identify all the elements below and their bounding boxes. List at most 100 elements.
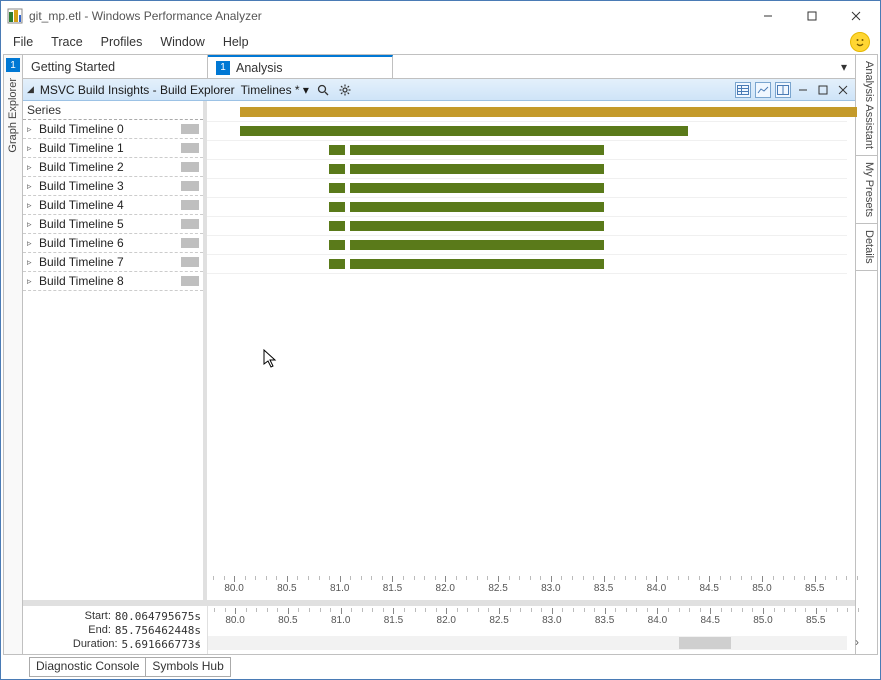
minimize-button[interactable]	[746, 2, 790, 30]
series-item[interactable]: ▹Build Timeline 4	[23, 196, 203, 215]
series-swatch	[181, 200, 199, 210]
close-panel-icon[interactable]	[835, 82, 851, 98]
chart-track	[207, 160, 847, 179]
chart-track	[207, 103, 847, 122]
view-chart-icon[interactable]	[755, 82, 771, 98]
left-rail[interactable]: 1 Graph Explorer	[3, 54, 23, 655]
summary-labels: Start:80.064795675s End:85.756462448s Du…	[23, 606, 207, 654]
panel-view-dropdown[interactable]: Timelines * ▾	[241, 83, 309, 97]
series-label: Build Timeline 6	[39, 236, 124, 250]
chart-track	[207, 217, 847, 236]
series-label: Build Timeline 0	[39, 122, 124, 136]
expand-icon[interactable]: ▹	[27, 276, 39, 287]
right-tab-my-presets[interactable]: My Presets	[856, 156, 877, 224]
left-rail-graph-explorer[interactable]: Graph Explorer	[7, 78, 19, 153]
menu-trace[interactable]: Trace	[43, 33, 91, 51]
expand-icon[interactable]: ▹	[27, 162, 39, 173]
timeline-bar[interactable]	[350, 221, 603, 231]
maximize-button[interactable]	[790, 2, 834, 30]
series-label: Build Timeline 3	[39, 179, 124, 193]
scroll-left-icon[interactable]: ‹	[196, 635, 200, 649]
x-tick-label: 82.5	[489, 615, 508, 626]
series-item[interactable]: ▹Build Timeline 1	[23, 139, 203, 158]
dur-label: Duration:	[73, 638, 118, 651]
series-item[interactable]: ▹Build Timeline 0	[23, 120, 203, 139]
series-swatch	[181, 238, 199, 248]
expand-icon[interactable]: ▹	[27, 200, 39, 211]
timeline-bar[interactable]	[329, 183, 345, 193]
close-button[interactable]	[834, 2, 878, 30]
tab-getting-started[interactable]: Getting Started	[23, 55, 208, 78]
menu-file[interactable]: File	[5, 33, 41, 51]
expand-icon[interactable]: ▹	[27, 181, 39, 192]
series-item[interactable]: ▹Build Timeline 5	[23, 215, 203, 234]
menu-profiles[interactable]: Profiles	[93, 33, 151, 51]
gear-icon[interactable]	[337, 82, 353, 98]
expand-icon[interactable]: ▹	[27, 219, 39, 230]
x-tick-label: 85.0	[752, 583, 771, 594]
series-swatch	[181, 219, 199, 229]
menu-window[interactable]: Window	[152, 33, 212, 51]
view-split-icon[interactable]	[775, 82, 791, 98]
x-tick-label: 85.0	[753, 615, 772, 626]
timeline-bar[interactable]	[240, 126, 688, 136]
chart-area[interactable]: 80.080.581.081.582.082.583.083.584.084.5…	[207, 101, 855, 600]
timeline-bar[interactable]	[329, 221, 345, 231]
x-tick-label: 83.0	[542, 615, 561, 626]
overview-scrollbar[interactable]: ‹›	[208, 636, 847, 650]
timeline-bar[interactable]	[350, 240, 603, 250]
timeline-bar[interactable]	[329, 240, 345, 250]
scroll-thumb[interactable]	[679, 637, 732, 649]
scroll-right-icon[interactable]: ›	[855, 635, 859, 649]
series-item[interactable]: ▹Build Timeline 2	[23, 158, 203, 177]
expand-icon[interactable]: ▹	[27, 124, 39, 135]
series-item[interactable]: ▹Build Timeline 8	[23, 272, 203, 291]
menu-help[interactable]: Help	[215, 33, 257, 51]
view-table-icon[interactable]	[735, 82, 751, 98]
timeline-bar[interactable]	[350, 259, 603, 269]
panel-collapse-toggle[interactable]: ◢	[27, 84, 34, 95]
right-tab-analysis-assistant[interactable]: Analysis Assistant	[856, 55, 877, 156]
series-header: Series	[23, 101, 203, 120]
tab-analysis[interactable]: 1 Analysis	[208, 55, 393, 78]
timeline-bar[interactable]	[329, 164, 345, 174]
series-item[interactable]: ▹Build Timeline 7	[23, 253, 203, 272]
timeline-bar[interactable]	[329, 145, 345, 155]
timeline-bar[interactable]	[350, 164, 603, 174]
series-item[interactable]: ▹Build Timeline 6	[23, 234, 203, 253]
status-diagnostic-console[interactable]: Diagnostic Console	[29, 657, 146, 677]
expand-icon[interactable]: ▹	[27, 257, 39, 268]
document-tabs: Getting Started 1 Analysis ▾	[23, 55, 855, 79]
status-symbols-hub[interactable]: Symbols Hub	[145, 657, 230, 677]
expand-icon[interactable]: ▹	[27, 238, 39, 249]
x-tick-label: 84.5	[700, 615, 719, 626]
search-icon[interactable]	[315, 82, 331, 98]
chevron-down-icon: ▾	[303, 83, 309, 97]
feedback-smiley-icon[interactable]	[850, 32, 870, 52]
timeline-bar[interactable]	[240, 107, 857, 117]
minimize-panel-icon[interactable]	[795, 82, 811, 98]
timeline-bar[interactable]	[329, 202, 345, 212]
right-rail: Analysis Assistant My Presets Details	[856, 54, 878, 655]
timeline-bar[interactable]	[350, 202, 603, 212]
maximize-panel-icon[interactable]	[815, 82, 831, 98]
series-label: Build Timeline 2	[39, 160, 124, 174]
series-label: Build Timeline 7	[39, 255, 124, 269]
overview-ruler[interactable]: 80.080.581.081.582.082.583.083.584.084.5…	[207, 606, 855, 654]
series-item[interactable]: ▹Build Timeline 3	[23, 177, 203, 196]
x-tick-label: 80.5	[277, 583, 296, 594]
timeline-bar[interactable]	[329, 259, 345, 269]
tab-overflow-dropdown[interactable]: ▾	[833, 55, 855, 78]
expand-icon[interactable]: ▹	[27, 143, 39, 154]
timeline-bar[interactable]	[350, 145, 603, 155]
right-tab-details[interactable]: Details	[856, 224, 877, 271]
chart-track	[207, 198, 847, 217]
x-tick-label: 83.5	[594, 583, 613, 594]
timeline-bar[interactable]	[350, 183, 603, 193]
start-value: 80.064795675s	[115, 610, 201, 623]
panel-title: MSVC Build Insights - Build Explorer	[40, 83, 235, 97]
start-label: Start:	[85, 610, 111, 623]
x-tick-label: 82.0	[437, 615, 456, 626]
series-swatch	[181, 181, 199, 191]
statusbar: Diagnostic Console Symbols Hub	[29, 657, 230, 677]
